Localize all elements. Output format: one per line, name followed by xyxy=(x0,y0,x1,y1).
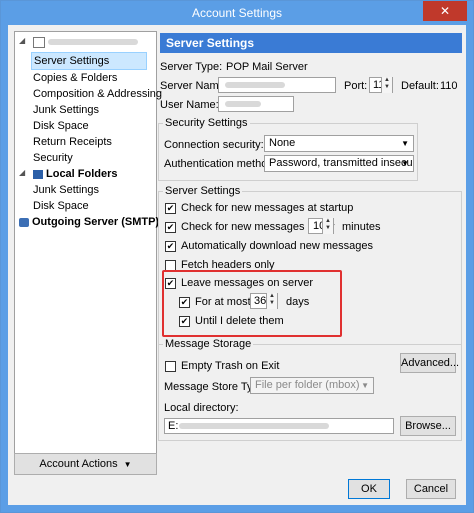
page-title: Server Settings xyxy=(160,33,462,53)
store-type-value: File per folder (mbox) xyxy=(255,379,360,391)
authentication-value: Password, transmitted insecurely xyxy=(269,157,413,169)
local-directory-input[interactable]: E: xyxy=(164,418,394,434)
port-spinner[interactable]: ▲ ▼ xyxy=(381,77,392,93)
server-type-label: Server Type: xyxy=(160,61,223,73)
dialog-client-area: ◢ Server Settings Copies & Folders Compo… xyxy=(8,25,466,505)
computer-icon xyxy=(33,169,43,179)
tree-item-copies-folders[interactable]: Copies & Folders xyxy=(33,70,117,86)
local-directory-redacted xyxy=(179,423,329,429)
security-settings-group xyxy=(158,123,418,181)
account-actions-button[interactable]: Account Actions ▼ xyxy=(14,453,157,475)
tree-item-composition[interactable]: Composition & Addressing xyxy=(33,86,162,102)
title-bar: Account Settings ✕ xyxy=(1,1,473,25)
chevron-down-icon: ▼ xyxy=(361,381,369,390)
collapse-icon[interactable]: ◢ xyxy=(19,36,25,45)
highlight-annotation-box xyxy=(162,270,342,337)
ok-button[interactable]: OK xyxy=(348,479,390,499)
chevron-down-icon: ▼ xyxy=(401,159,409,168)
check-startup-label: Check for new messages at startup xyxy=(181,202,354,214)
tree-item-label: Outgoing Server (SMTP) xyxy=(32,216,160,228)
default-port-value: 110 xyxy=(440,80,458,92)
tree-item-disk-space[interactable]: Disk Space xyxy=(33,118,89,134)
tree-item-return-receipts[interactable]: Return Receipts xyxy=(33,134,112,150)
user-name-redacted xyxy=(225,101,261,107)
account-name-redacted xyxy=(48,39,138,46)
window-title: Account Settings xyxy=(191,6,283,20)
authentication-select[interactable]: Password, transmitted insecurely▼ xyxy=(264,155,414,172)
close-button[interactable]: ✕ xyxy=(423,1,467,21)
minutes-label: minutes xyxy=(342,221,381,233)
cancel-button[interactable]: Cancel xyxy=(406,479,456,499)
storage-group-title: Message Storage xyxy=(163,338,254,350)
chevron-down-icon: ▼ xyxy=(401,139,409,148)
collapse-icon[interactable]: ◢ xyxy=(19,168,25,177)
mail-account-icon xyxy=(33,36,45,48)
tree-item-security[interactable]: Security xyxy=(33,150,73,166)
tree-item-label: Local Folders xyxy=(46,168,118,180)
tree-account-root[interactable] xyxy=(33,34,138,50)
empty-trash-checkbox[interactable] xyxy=(165,361,176,372)
dropdown-arrow-icon: ▼ xyxy=(123,460,132,469)
tree-item-outgoing-server[interactable]: Outgoing Server (SMTP) xyxy=(19,214,159,230)
server-name-input[interactable] xyxy=(218,77,336,93)
outgoing-server-icon xyxy=(19,217,29,227)
tree-item-server-settings[interactable]: Server Settings xyxy=(31,52,147,70)
user-name-input[interactable] xyxy=(218,96,294,112)
check-every-checkbox[interactable] xyxy=(165,222,176,233)
account-actions-label: Account Actions xyxy=(39,458,118,470)
empty-trash-label: Empty Trash on Exit xyxy=(181,360,280,372)
server-group-title: Server Settings xyxy=(163,185,243,197)
server-type-value: POP Mail Server xyxy=(226,61,308,73)
server-name-redacted xyxy=(225,82,285,88)
interval-spinner[interactable]: ▲ ▼ xyxy=(322,218,333,234)
default-port-label: Default: xyxy=(401,80,439,92)
port-label: Port: xyxy=(344,80,368,92)
security-group-title: Security Settings xyxy=(163,117,250,129)
check-interval-input[interactable]: 10 ▲ ▼ xyxy=(308,218,334,234)
user-name-label: User Name: xyxy=(160,99,219,111)
authentication-label: Authentication method: xyxy=(164,158,277,170)
connection-security-select[interactable]: None ▼ xyxy=(264,135,414,152)
store-type-select[interactable]: File per folder (mbox) ▼ xyxy=(250,377,374,394)
local-directory-label: Local directory: xyxy=(164,402,239,414)
local-directory-prefix: E: xyxy=(168,420,179,432)
auto-download-checkbox[interactable] xyxy=(165,241,176,252)
check-startup-checkbox[interactable] xyxy=(165,203,176,214)
tree-item-local-junk[interactable]: Junk Settings xyxy=(33,182,99,198)
connection-security-label: Connection security: xyxy=(164,139,264,151)
tree-item-local-folders[interactable]: Local Folders xyxy=(33,166,118,182)
tree-item-local-disk-space[interactable]: Disk Space xyxy=(33,198,89,214)
tree-item-junk-settings[interactable]: Junk Settings xyxy=(33,102,99,118)
port-input[interactable]: 110 ▲▼ xyxy=(369,77,393,93)
advanced-button[interactable]: Advanced... xyxy=(400,353,459,373)
account-tree[interactable]: ◢ Server Settings Copies & Folders Compo… xyxy=(14,31,162,468)
connection-security-value: None xyxy=(269,137,296,149)
browse-button[interactable]: Browse... xyxy=(400,416,456,436)
account-settings-window: Account Settings ✕ ◢ Server Settings Cop… xyxy=(0,0,474,513)
auto-download-label: Automatically download new messages xyxy=(181,240,373,252)
